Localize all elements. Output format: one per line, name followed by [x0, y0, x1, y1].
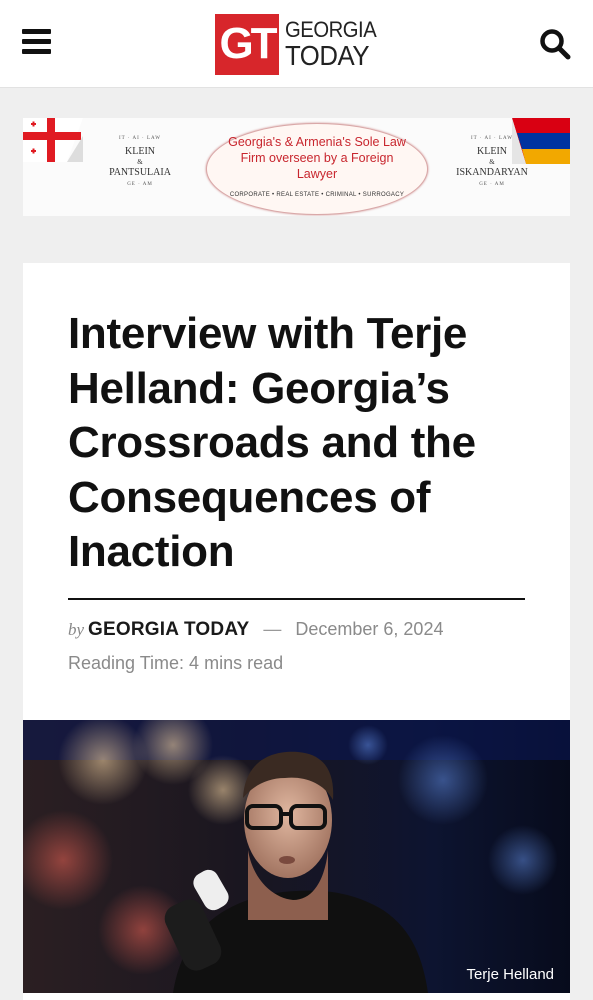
- law-firm-ad-banner[interactable]: IT · AI · LAW KLEIN & PANTSULAIA GE · AM…: [23, 118, 570, 216]
- publish-date: December 6, 2024: [295, 619, 444, 639]
- georgia-flag-icon: [23, 118, 83, 162]
- title-divider: [68, 598, 525, 600]
- author-link[interactable]: GEORGIA TODAY: [88, 619, 249, 641]
- search-icon[interactable]: [538, 27, 572, 61]
- article-card: Interview with Terje Helland: Georgia’s …: [23, 263, 570, 1000]
- reading-time: Reading Time: 4 mins read: [68, 653, 284, 673]
- site-logo[interactable]: GT GEORGIA TODAY: [215, 13, 384, 75]
- ad-headline: Georgia's & Armenia's Sole Law Firm over…: [228, 135, 406, 181]
- byline-prefix: by: [68, 620, 85, 639]
- site-header: GT GEORGIA TODAY: [0, 0, 593, 88]
- hamburger-menu-icon[interactable]: [22, 28, 52, 56]
- article-byline: by GEORGIA TODAY — December 6, 2024: [68, 619, 443, 645]
- right-firm-logo: IT · AI · LAW KLEIN & ISKANDARYAN GE · A…: [456, 136, 528, 187]
- article-title: Interview with Terje Helland: Georgia’s …: [68, 309, 476, 576]
- logo-mark: GT: [215, 13, 279, 75]
- logo-wordmark: GEORGIA TODAY: [285, 16, 377, 71]
- article-featured-image[interactable]: Terje Helland: [23, 720, 570, 993]
- left-firm-logo: IT · AI · LAW KLEIN & PANTSULAIA GE · AM: [109, 136, 171, 187]
- ad-practice-areas: CORPORATE • REAL ESTATE • CRIMINAL • SUR…: [229, 192, 405, 198]
- byline-separator: —: [263, 619, 282, 639]
- image-caption: Terje Helland: [466, 966, 554, 983]
